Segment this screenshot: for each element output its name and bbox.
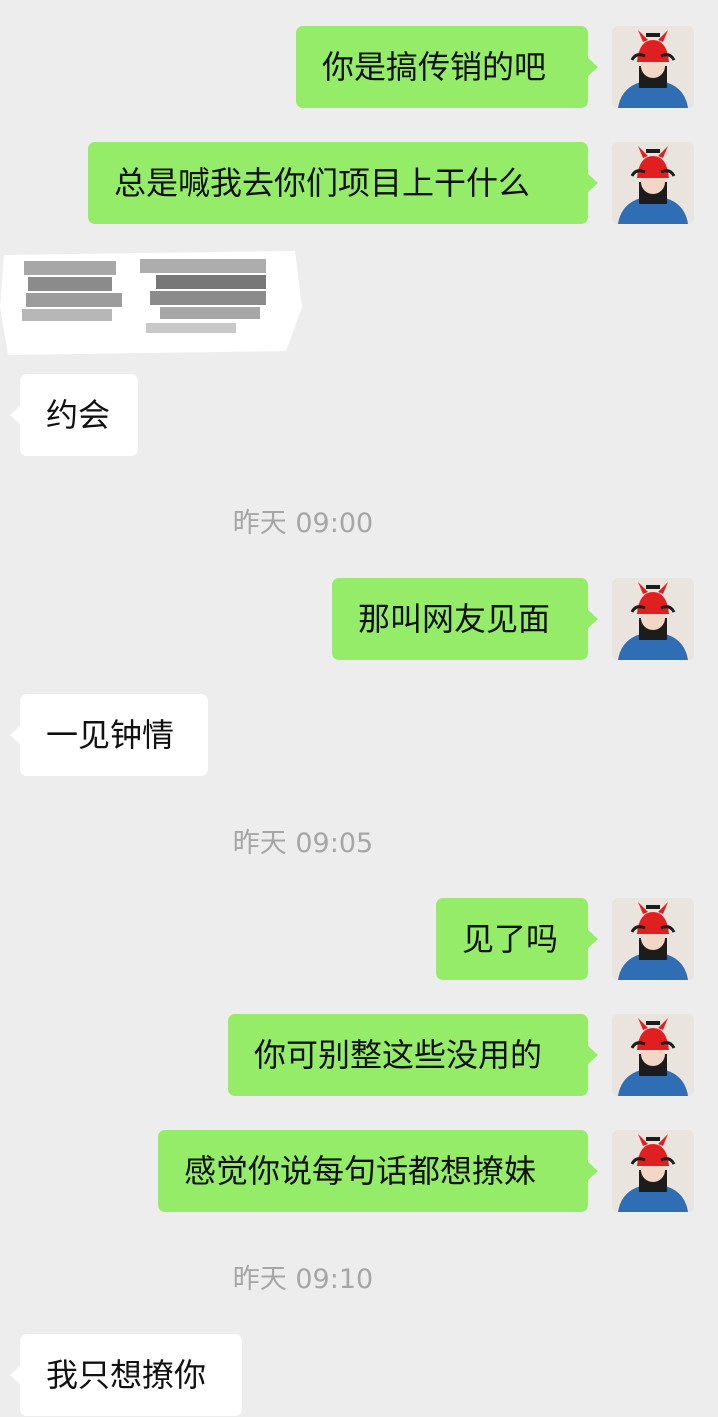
message-bubble-outgoing[interactable]: 总是喊我去你们项目上干什么: [88, 142, 598, 224]
avatar[interactable]: [612, 1014, 694, 1096]
message-incoming: 一见钟情: [0, 694, 718, 776]
bubble-tail: [587, 609, 598, 629]
avatar[interactable]: [612, 578, 694, 660]
timestamp: 昨天 09:00: [232, 508, 374, 539]
bubble-tail: [587, 1045, 598, 1065]
avatar[interactable]: [612, 1130, 694, 1212]
message-text: 见了吗: [462, 920, 559, 958]
avatar-girl-red-hat-icon: [612, 26, 694, 108]
bubble-tail: [10, 405, 21, 425]
message-text: 我只想撩你: [46, 1356, 207, 1394]
message-text: 感觉你说每句话都想撩妹: [184, 1152, 537, 1190]
bubble-tail: [587, 1161, 598, 1181]
redacted-message: [0, 247, 305, 357]
message-text: 那叫网友见面: [358, 600, 551, 638]
avatar[interactable]: [612, 26, 694, 108]
chat-message-list[interactable]: 你是搞传销的吧 总是喊我去你们项目上干什么 约会 昨天 09:00 那叫网友见面…: [0, 0, 718, 1417]
message-outgoing: 你可别整这些没用的: [0, 1014, 718, 1096]
message-incoming: 我只想撩你: [0, 1334, 718, 1416]
message-bubble-incoming[interactable]: 一见钟情: [10, 694, 208, 776]
message-bubble-incoming[interactable]: 我只想撩你: [10, 1334, 242, 1416]
message-text: 总是喊我去你们项目上干什么: [114, 164, 531, 202]
bubble-tail: [10, 1365, 21, 1385]
avatar[interactable]: [612, 898, 694, 980]
bubble-tail: [587, 929, 598, 949]
avatar-girl-red-hat-icon: [612, 1130, 694, 1212]
avatar-girl-red-hat-icon: [612, 142, 694, 224]
message-outgoing: 总是喊我去你们项目上干什么: [0, 142, 718, 224]
message-text: 你可别整这些没用的: [254, 1036, 543, 1074]
avatar-girl-red-hat-icon: [612, 898, 694, 980]
message-bubble-outgoing[interactable]: 感觉你说每句话都想撩妹: [158, 1130, 598, 1212]
bubble-tail: [587, 173, 598, 193]
message-text: 你是搞传销的吧: [322, 48, 547, 86]
avatar[interactable]: [612, 142, 694, 224]
avatar-girl-red-hat-icon: [612, 1014, 694, 1096]
message-bubble-incoming[interactable]: 约会: [10, 374, 138, 456]
message-text: 一见钟情: [46, 716, 175, 754]
message-outgoing: 那叫网友见面: [0, 578, 718, 660]
message-bubble-outgoing[interactable]: 你是搞传销的吧: [296, 26, 598, 108]
message-outgoing: 你是搞传销的吧: [0, 26, 718, 108]
bubble-tail: [10, 725, 21, 745]
timestamp: 昨天 09:05: [232, 828, 374, 859]
scribble-redaction-icon: [0, 251, 302, 355]
message-bubble-outgoing[interactable]: 那叫网友见面: [332, 578, 598, 660]
message-incoming: 约会: [0, 374, 718, 456]
message-text: 约会: [46, 396, 111, 434]
message-bubble-outgoing[interactable]: 你可别整这些没用的: [228, 1014, 598, 1096]
message-outgoing: 见了吗: [0, 898, 718, 980]
timestamp: 昨天 09:10: [232, 1264, 374, 1295]
message-bubble-outgoing[interactable]: 见了吗: [436, 898, 598, 980]
message-outgoing: 感觉你说每句话都想撩妹: [0, 1130, 718, 1212]
bubble-tail: [587, 57, 598, 77]
avatar-girl-red-hat-icon: [612, 578, 694, 660]
